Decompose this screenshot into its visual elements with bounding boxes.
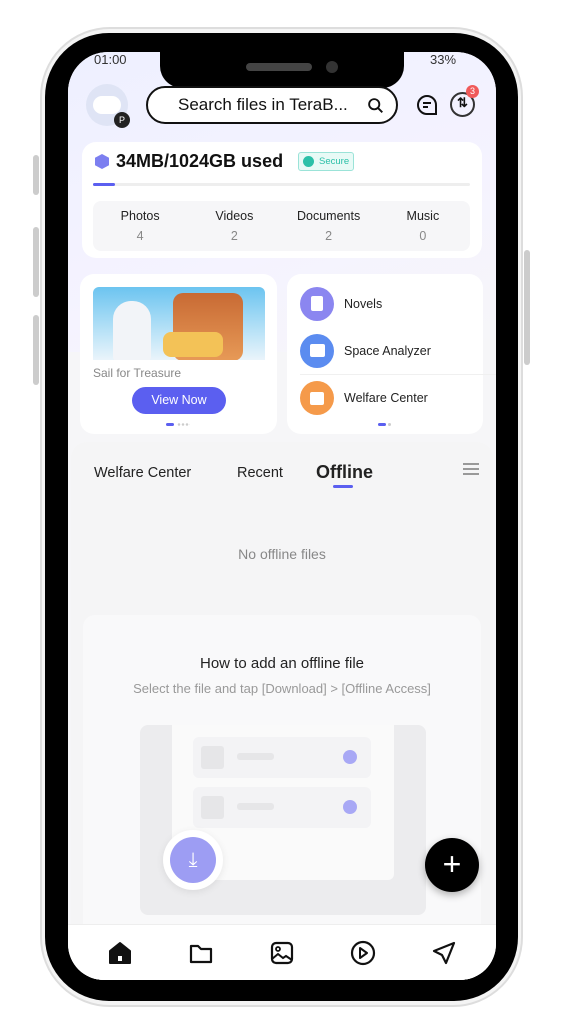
home-icon[interactable] (106, 939, 134, 967)
avatar[interactable]: P (86, 84, 130, 128)
empty-message: No offline files (238, 546, 326, 562)
add-button[interactable]: + (425, 838, 479, 892)
folder-icon[interactable] (187, 939, 215, 967)
carousel-dots (177, 423, 190, 426)
notch (160, 52, 404, 88)
tab-offline[interactable]: Offline (316, 462, 373, 483)
tool-label: Welfare Center (344, 391, 428, 405)
tab-welfare-center[interactable]: Welfare Center (94, 465, 191, 481)
tool-novels[interactable]: Novels (300, 280, 483, 327)
shield-icon (303, 156, 314, 167)
message-icon[interactable] (416, 94, 438, 116)
category-photos[interactable]: Photos 4 (93, 209, 187, 243)
carousel-dot-active (166, 423, 174, 426)
notification-badge: 3 (466, 85, 479, 98)
storage-used: 34MB/1024GB used (116, 151, 284, 171)
side-button (524, 250, 530, 365)
play-icon[interactable] (349, 939, 377, 967)
how-to-desc: Select the file and tap [Download] > [Of… (133, 681, 431, 696)
tools-card: Novels Space Analyzer Welfare Center (287, 274, 496, 434)
category-music[interactable]: Music 0 (376, 209, 470, 243)
status-battery: 33% (430, 52, 457, 67)
tab-recent[interactable]: Recent (237, 465, 283, 481)
search-placeholder: Search files in TeraB... (178, 95, 348, 114)
search-input[interactable]: Search files in TeraB... (146, 86, 398, 124)
tab-indicator (333, 485, 353, 488)
carousel-dot-active (378, 423, 386, 426)
category-row: Photos 4 Videos 2 Documents 2 Music 0 (93, 201, 470, 251)
promo-card[interactable]: Sail for Treasure View Now (80, 274, 277, 434)
tool-welfare-center[interactable]: Welfare Center (300, 374, 496, 421)
bottom-nav (68, 924, 496, 980)
secure-label: Secure (319, 156, 350, 167)
transfer-button[interactable]: ⇅ 3 (450, 85, 479, 117)
transfer-icon: ⇅ (457, 95, 468, 110)
tool-space-analyzer[interactable]: Space Analyzer (300, 327, 483, 374)
promo-image (93, 287, 265, 360)
menu-icon[interactable] (463, 463, 479, 475)
secure-badge: Secure (298, 152, 355, 171)
gift-icon (300, 381, 334, 415)
status-time: 01:00 (94, 52, 127, 67)
search-icon (368, 98, 383, 113)
chart-icon (300, 333, 334, 368)
promo-title: Sail for Treasure (93, 366, 182, 380)
plus-icon: + (442, 846, 462, 882)
tool-label: Novels (344, 296, 383, 311)
carousel-dot (388, 423, 391, 426)
cube-icon (95, 154, 109, 169)
how-to-title: How to add an offline file (200, 655, 364, 672)
storage-progress-fill (93, 183, 115, 186)
tab-panel: Welfare Center Recent Offline No offline… (71, 442, 493, 980)
send-icon[interactable] (430, 939, 458, 967)
tool-label: Space Analyzer (344, 343, 431, 358)
view-now-button[interactable]: View Now (132, 387, 226, 414)
category-documents[interactable]: Documents 2 (282, 209, 376, 243)
image-icon[interactable] (268, 939, 296, 967)
screen: 01:00 33% P Search files in TeraB... ⇅ 3… (68, 52, 496, 980)
side-button (33, 315, 39, 385)
storage-card[interactable]: 34MB/1024GB used Secure Photos 4 Videos 2 … (82, 142, 482, 258)
avatar-badge: P (114, 112, 130, 128)
book-icon (300, 286, 334, 321)
side-button (33, 155, 39, 195)
side-button (33, 227, 39, 297)
download-icon: ⤓ (170, 837, 216, 883)
storage-progress (93, 183, 470, 186)
category-videos[interactable]: Videos 2 (187, 209, 281, 243)
download-illustration-button: ⤓ (163, 830, 223, 890)
